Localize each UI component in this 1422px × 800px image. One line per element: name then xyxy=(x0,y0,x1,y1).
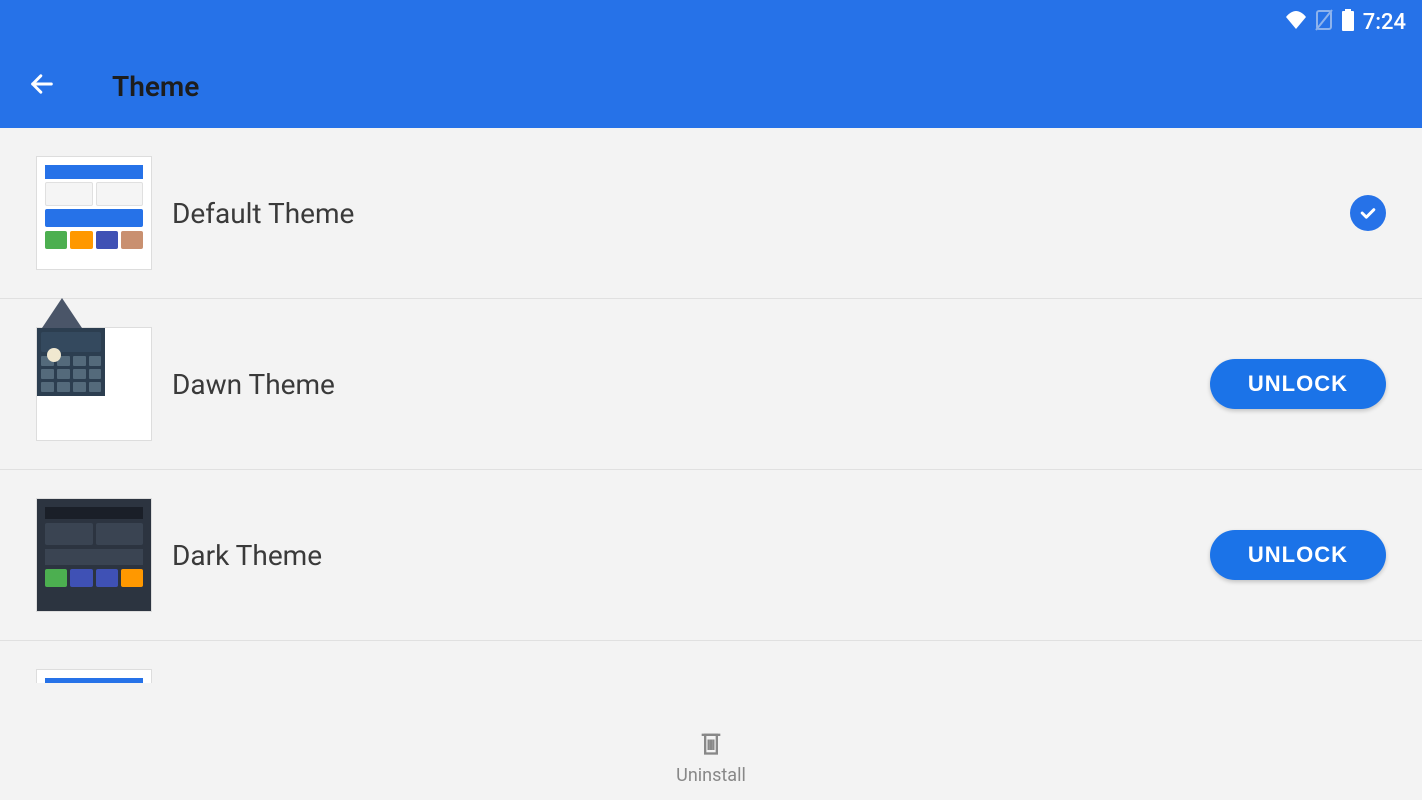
theme-item-default[interactable]: Default Theme xyxy=(0,128,1422,299)
unlock-button[interactable]: UNLOCK xyxy=(1210,530,1386,580)
theme-thumbnail xyxy=(36,669,152,683)
page-title: Theme xyxy=(112,70,199,103)
back-icon[interactable] xyxy=(28,70,56,102)
app-bar: Theme xyxy=(0,44,1422,128)
uninstall-label: Uninstall xyxy=(676,765,746,786)
theme-thumbnail xyxy=(36,156,152,270)
theme-thumbnail xyxy=(36,498,152,612)
unlock-button[interactable]: UNLOCK xyxy=(1210,359,1386,409)
theme-thumbnail xyxy=(36,327,152,441)
status-time: 7:24 xyxy=(1363,10,1406,35)
no-sim-icon xyxy=(1315,9,1333,35)
theme-item-dawn[interactable]: Dawn Theme UNLOCK xyxy=(0,299,1422,470)
wifi-icon xyxy=(1285,11,1307,33)
theme-item-dark[interactable]: Dark Theme UNLOCK xyxy=(0,470,1422,641)
theme-list: Default Theme Dawn Theme UNLOCK xyxy=(0,128,1422,683)
status-bar: 7:24 xyxy=(0,0,1422,44)
bottom-bar[interactable]: Uninstall xyxy=(0,715,1422,800)
theme-item-partial[interactable] xyxy=(0,641,1422,683)
battery-icon xyxy=(1341,9,1355,35)
theme-name-label: Dark Theme xyxy=(172,539,1190,572)
selected-check-icon xyxy=(1350,195,1386,231)
trash-icon xyxy=(697,729,725,761)
theme-name-label: Default Theme xyxy=(172,197,1330,230)
theme-name-label: Dawn Theme xyxy=(172,368,1190,401)
